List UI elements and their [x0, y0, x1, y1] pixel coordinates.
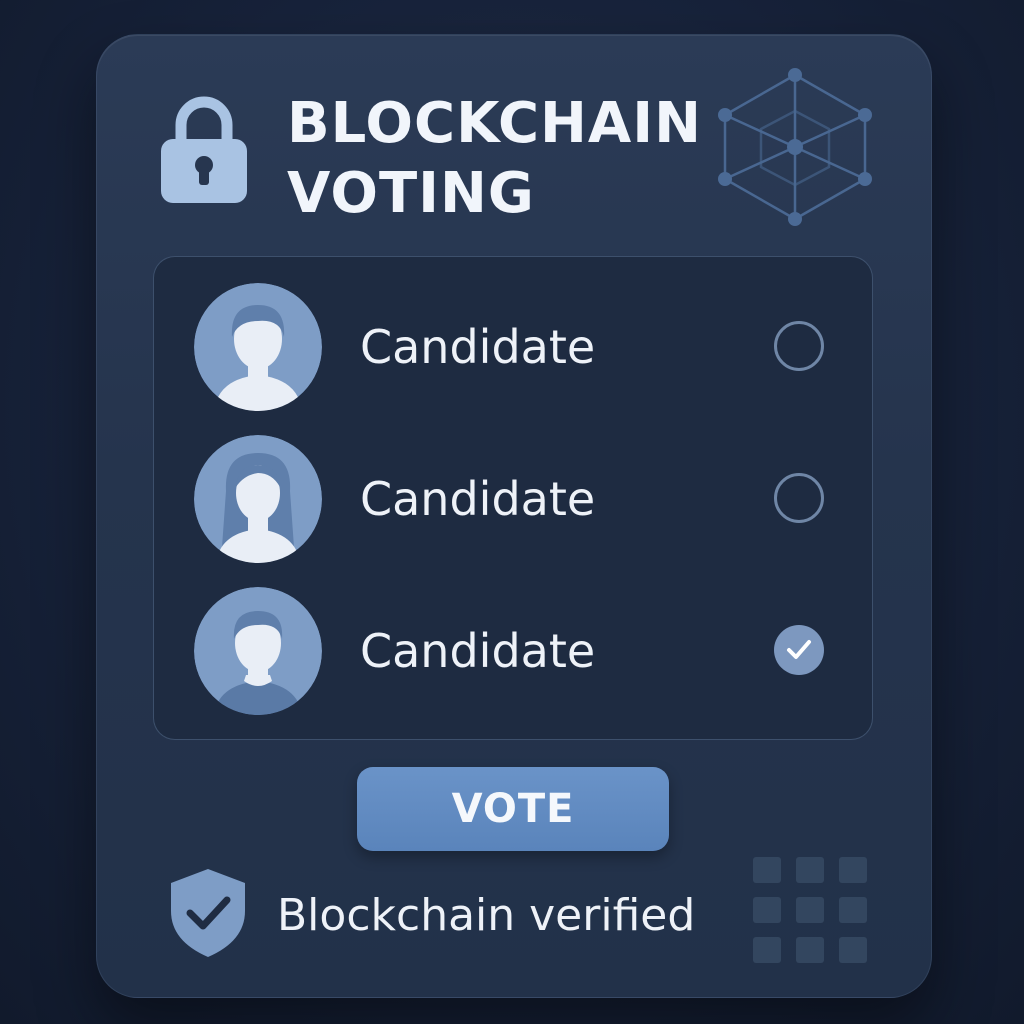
candidate-radio-2[interactable]	[774, 473, 824, 523]
candidate-radio-3[interactable]	[774, 625, 824, 675]
candidate-row-1[interactable]: Candidate	[194, 283, 834, 411]
candidate-name: Candidate	[360, 320, 596, 374]
male-avatar-icon	[194, 283, 322, 411]
blockchain-verified-label: Blockchain verified	[277, 890, 696, 941]
lock-icon	[159, 93, 249, 205]
male-avatar-icon	[194, 587, 322, 715]
voting-card: BLOCKCHAIN VOTING Candidate Candidate Ca…	[96, 34, 932, 998]
candidate-row-2[interactable]: Candidate	[194, 435, 834, 563]
title-line-1: BLOCKCHAIN	[287, 91, 702, 156]
candidate-name: Candidate	[360, 472, 596, 526]
female-avatar-icon	[194, 435, 322, 563]
candidate-row-3[interactable]: Candidate	[194, 587, 834, 715]
shield-check-icon	[167, 867, 249, 959]
blockchain-cube-icon	[717, 67, 873, 227]
candidate-radio-1[interactable]	[774, 321, 824, 371]
page-title: BLOCKCHAIN VOTING	[287, 89, 702, 229]
vote-button[interactable]: VOTE	[357, 767, 669, 851]
candidate-list: Candidate Candidate Candidate	[153, 256, 873, 740]
grid-icon	[753, 857, 867, 965]
title-line-2: VOTING	[287, 161, 535, 226]
check-icon	[787, 640, 811, 659]
candidate-name: Candidate	[360, 624, 596, 678]
